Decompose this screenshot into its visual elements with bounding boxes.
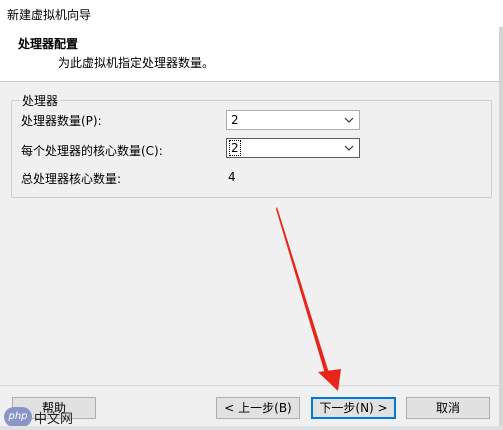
cores-per-processor-value: 2 <box>229 140 241 156</box>
cancel-button[interactable]: 取消 <box>406 397 490 419</box>
back-button[interactable]: < 上一步(B) <box>216 397 300 419</box>
bottom-strip <box>0 426 503 430</box>
window-title: 新建虚拟机向导 <box>7 8 92 22</box>
chevron-down-icon <box>344 145 354 151</box>
total-cores-value: 4 <box>228 170 236 184</box>
page-subtitle: 为此虚拟机指定处理器数量。 <box>58 56 215 70</box>
wizard-header: 处理器配置 为此虚拟机指定处理器数量。 <box>0 27 503 82</box>
watermark-text: 中文网 <box>34 412 74 427</box>
total-cores-label: 总处理器核心数量: <box>21 172 122 186</box>
processor-count-dropdown[interactable]: 2 <box>226 110 360 130</box>
groupbox-legend: 处理器 <box>20 92 61 109</box>
next-button[interactable]: 下一步(N) > <box>311 397 396 419</box>
page-title: 处理器配置 <box>18 37 79 51</box>
window-edge <box>499 27 503 427</box>
bottom-separator <box>0 385 503 386</box>
processor-count-value: 2 <box>231 113 239 127</box>
cores-per-processor-dropdown[interactable]: 2 <box>226 138 360 158</box>
title-bar: 新建虚拟机向导 <box>0 0 503 28</box>
processor-count-label: 处理器数量(P): <box>21 114 102 128</box>
cores-per-processor-label: 每个处理器的核心数量(C): <box>21 144 163 158</box>
watermark-logo: php <box>4 407 32 427</box>
chevron-down-icon <box>344 117 354 123</box>
